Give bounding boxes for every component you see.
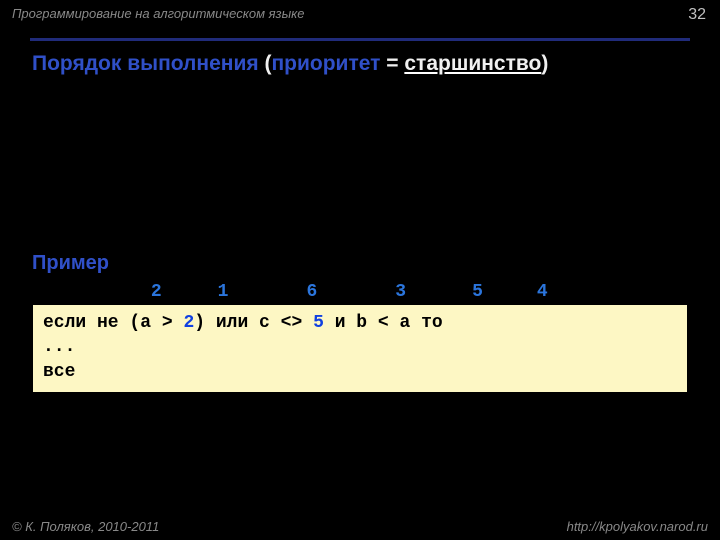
title-rule bbox=[30, 38, 690, 41]
header-label: Программирование на алгоритмическом язык… bbox=[12, 6, 305, 21]
code-line-2: ... bbox=[43, 335, 677, 359]
code-part-3: и b < a то bbox=[324, 313, 443, 333]
num-4: 3 bbox=[395, 282, 461, 302]
footer-url: http://kpolyakov.narod.ru bbox=[567, 519, 708, 534]
code-line-1: если не (a > 2) или c <> 5 и b < a то bbox=[43, 311, 677, 335]
title-paren-close: ) bbox=[541, 52, 548, 75]
priority-numbers: 2 1 6 3 5 4 bbox=[32, 282, 548, 302]
code-literal-2: 5 bbox=[313, 313, 324, 333]
title-eq: = bbox=[380, 52, 404, 75]
page-title: Порядок выполнения (приоритет = старшинс… bbox=[32, 52, 548, 76]
code-part-2: ) или c <> bbox=[194, 313, 313, 333]
num-3: 6 bbox=[306, 282, 384, 302]
code-literal-1: 2 bbox=[183, 313, 194, 333]
code-part-1: если не (a > bbox=[43, 313, 183, 333]
num-5: 5 bbox=[472, 282, 526, 302]
title-stars: старшинство bbox=[404, 52, 541, 75]
title-priority: приоритет bbox=[271, 52, 380, 75]
title-prefix: Порядок выполнения bbox=[32, 52, 264, 75]
num-2: 1 bbox=[218, 282, 296, 302]
footer-copyright: © К. Поляков, 2010-2011 bbox=[12, 519, 159, 534]
num-6: 4 bbox=[537, 282, 548, 302]
code-block: если не (a > 2) или c <> 5 и b < a то ..… bbox=[32, 304, 688, 393]
section-label: Пример bbox=[32, 252, 109, 275]
page-number: 32 bbox=[688, 6, 706, 24]
num-1: 2 bbox=[151, 282, 207, 302]
code-line-3: все bbox=[43, 360, 677, 384]
